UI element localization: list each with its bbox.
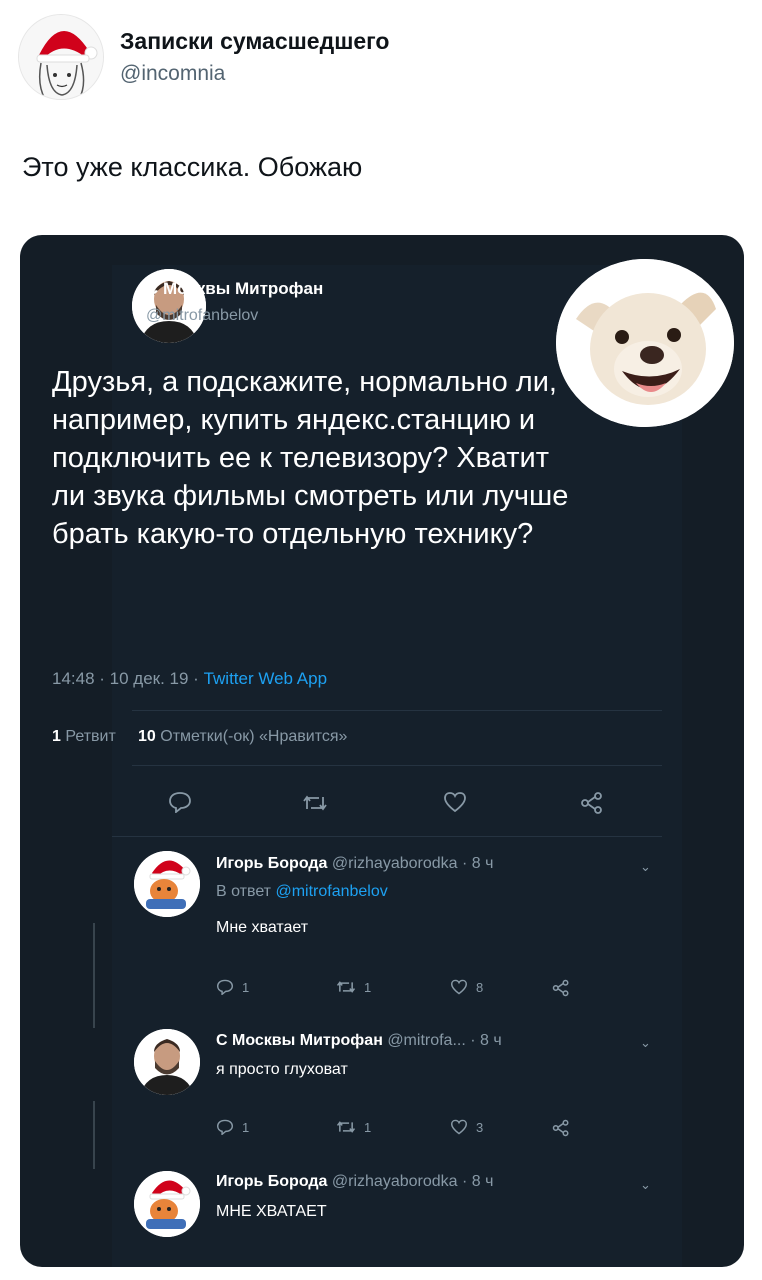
dog-sticker-image: [556, 259, 734, 427]
reply-author-handle: @mitrofa... · 8 ч: [387, 1032, 502, 1049]
chevron-down-icon: ⌄: [640, 1035, 651, 1050]
chevron-down-icon: ⌄: [640, 859, 651, 874]
reply-author: Игорь Борода @rizhayaborodka · 8 ч: [216, 1173, 493, 1191]
avatar: [134, 1029, 200, 1095]
like-count: 3: [476, 1119, 484, 1135]
tweet-source-link: Twitter Web App: [203, 669, 328, 688]
main-tweet-text: Друзья, а подскажите, нормально ли, напр…: [52, 366, 569, 550]
like-icon: [450, 979, 468, 995]
retweet-action: 1: [336, 1119, 371, 1135]
reply-author-handle: @rizhayaborodka · 8 ч: [331, 855, 494, 872]
tweet-media-screenshot[interactable]: С Москвы Митрофан @mitrofanbelov Друзья,…: [20, 235, 744, 1267]
reply-author-name: Игорь Борода: [216, 1173, 328, 1190]
chevron-down-icon: ⌄: [640, 1177, 651, 1192]
reply-count: 1: [242, 979, 250, 995]
like-icon: [450, 1119, 468, 1135]
reply-to-line: В ответ @mitrofanbelov: [216, 883, 388, 901]
thread-line: [93, 923, 95, 1028]
main-tweet-author-name: С Москвы Митрофан: [146, 279, 324, 298]
retweet-count: 1: [364, 979, 372, 995]
retweets-count: 1: [52, 728, 61, 745]
retweet-icon: [336, 1121, 356, 1133]
reply-author: С Москвы Митрофан @mitrofa... · 8 ч: [216, 1032, 502, 1050]
divider: [132, 765, 662, 766]
retweet-action: 1: [336, 979, 371, 995]
share-icon: [580, 791, 604, 815]
tweet-text: Это уже классика. Обожаю: [22, 152, 363, 182]
likes-count: 10: [138, 728, 156, 745]
main-tweet-meta: 14:48 · 10 дек. 19 · Twitter Web App: [52, 669, 327, 689]
reply-text: Мне хватает: [216, 919, 309, 936]
reply-count: 1: [242, 1119, 250, 1135]
reply-author-name: Игорь Борода: [216, 855, 328, 872]
like-action: 3: [450, 1119, 483, 1135]
avatar: [134, 1171, 200, 1237]
author-handle[interactable]: @incomnia: [120, 62, 225, 86]
main-tweet-stats: 1 Ретвит 10 Отметки(-ок) «Нравится»: [52, 728, 347, 746]
reply-text: МНЕ ХВАТАЕТ: [216, 1203, 327, 1220]
share-icon: [552, 979, 570, 997]
outer-tweet-header: Записки сумасшедшего @incomnia: [18, 14, 738, 104]
reply-icon: [168, 791, 192, 813]
retweet-count: 1: [364, 1119, 372, 1135]
reply-author-name: С Москвы Митрофан: [216, 1032, 383, 1049]
main-tweet-author-handle: @mitrofanbelov: [146, 307, 259, 324]
reply-action: 1: [216, 979, 249, 995]
share-icon: [552, 1119, 570, 1137]
retweets-label: Ретвит: [65, 728, 116, 745]
reply-text: я просто глуховат: [216, 1061, 348, 1078]
reply-author: Игорь Борода @rizhayaborodka · 8 ч: [216, 855, 493, 873]
reply-action: 1: [216, 1119, 249, 1135]
retweet-icon: [336, 981, 356, 993]
like-action: 8: [450, 979, 483, 995]
like-icon: [443, 791, 467, 813]
reply-icon: [216, 1119, 234, 1135]
author-name[interactable]: Записки сумасшедшего: [120, 28, 390, 55]
tweet-timestamp: 14:48 · 10 дек. 19 ·: [52, 669, 204, 688]
reply-to-mention: @mitrofanbelov: [275, 883, 388, 900]
avatar: [134, 851, 200, 917]
reply-author-handle: @rizhayaborodka · 8 ч: [331, 1173, 494, 1190]
divider: [112, 836, 662, 837]
reply-icon: [216, 979, 234, 995]
divider: [132, 710, 662, 711]
avatar[interactable]: [18, 14, 104, 100]
thread-line: [93, 1101, 95, 1169]
like-count: 8: [476, 979, 484, 995]
likes-label: Отметки(-ок) «Нравится»: [160, 728, 348, 745]
reply-to-label: В ответ: [216, 883, 272, 900]
retweet-icon: [302, 793, 328, 813]
